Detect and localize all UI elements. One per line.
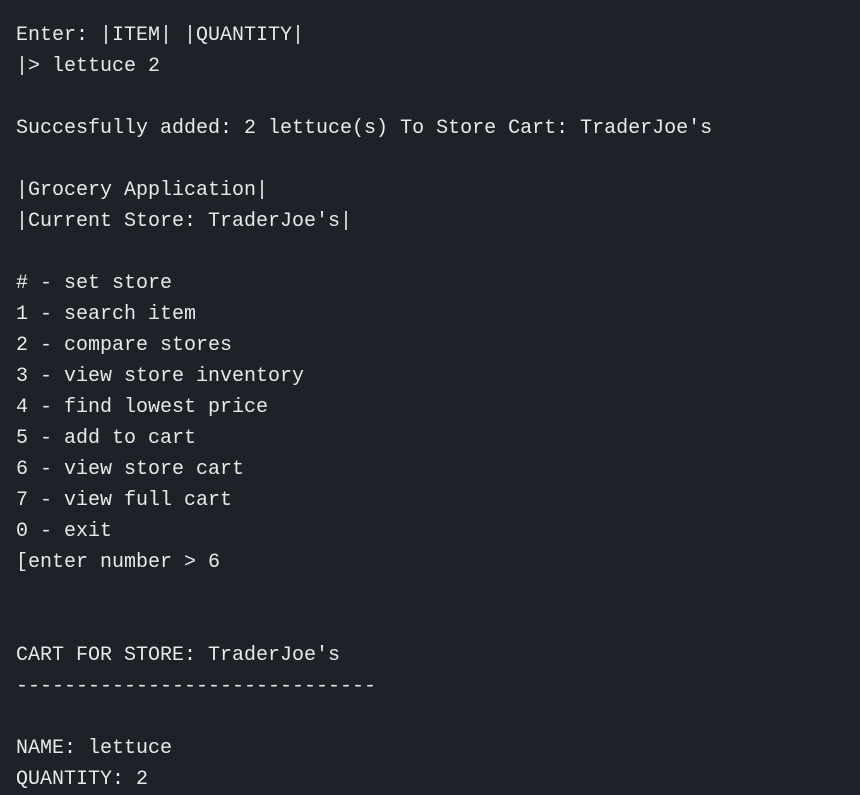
menu-hash: # - set store	[16, 268, 844, 299]
menu-4: 4 - find lowest price	[16, 392, 844, 423]
current-store: |Current Store: TraderJoe's|	[16, 206, 844, 237]
cart-name: NAME: lettuce	[16, 733, 844, 764]
blank-3	[16, 237, 844, 268]
cart-divider: ------------------------------	[16, 671, 844, 702]
blank-2	[16, 144, 844, 175]
user-input: |> lettuce 2	[16, 51, 844, 82]
app-title: |Grocery Application|	[16, 175, 844, 206]
menu-2: 2 - compare stores	[16, 330, 844, 361]
menu-1: 1 - search item	[16, 299, 844, 330]
blank-5	[16, 609, 844, 640]
blank-4	[16, 578, 844, 609]
menu-5: 5 - add to cart	[16, 423, 844, 454]
menu-3: 3 - view store inventory	[16, 361, 844, 392]
cart-header: CART FOR STORE: TraderJoe's	[16, 640, 844, 671]
prompt-hint: Enter: |ITEM| |QUANTITY|	[16, 20, 844, 51]
blank-6	[16, 702, 844, 733]
menu-6: 6 - view store cart	[16, 454, 844, 485]
cart-qty: QUANTITY: 2	[16, 764, 844, 795]
success-msg: Succesfully added: 2 lettuce(s) To Store…	[16, 113, 844, 144]
menu-prompt: [enter number > 6	[16, 547, 844, 578]
menu-7: 7 - view full cart	[16, 485, 844, 516]
terminal-container: Enter: |ITEM| |QUANTITY||> lettuce 2 Succ…	[16, 20, 844, 795]
menu-0: 0 - exit	[16, 516, 844, 547]
blank-1	[16, 82, 844, 113]
